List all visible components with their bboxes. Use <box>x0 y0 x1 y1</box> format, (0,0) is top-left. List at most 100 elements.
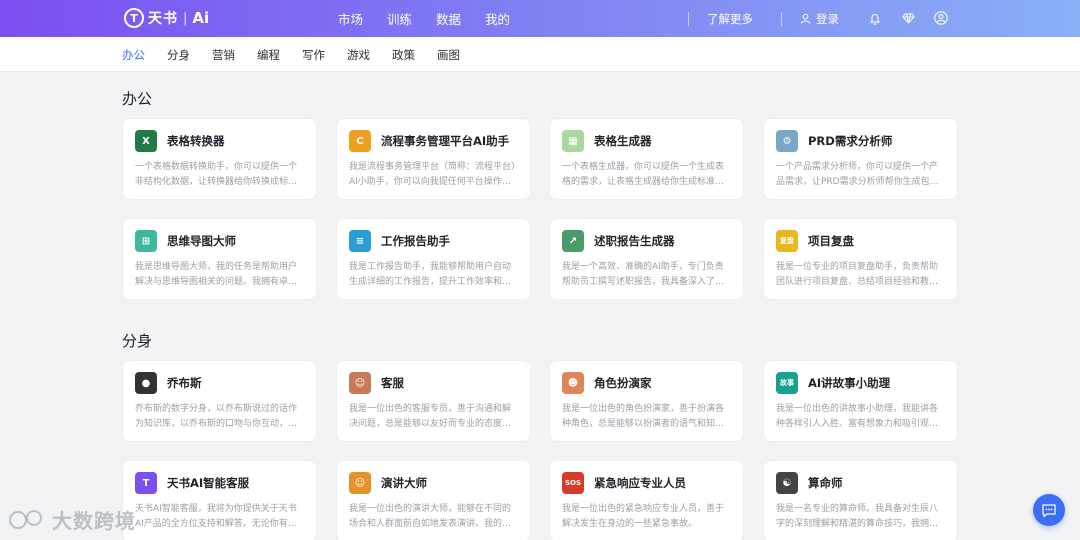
nav-item-train[interactable]: 训练 <box>387 9 412 28</box>
card-header: T 天书AI智能客服 <box>135 472 304 494</box>
assistant-card[interactable]: X 表格转换器一个表格数据转换助手，你可以提供一个非结构化数据，让转换器给你转换成… <box>122 118 317 200</box>
category-bar: 办公 分身 营销 编程 写作 游戏 政策 画图 <box>0 37 1080 72</box>
nav-item-market[interactable]: 市场 <box>338 9 363 28</box>
card-header: ↗ 述职报告生成器 <box>562 230 731 252</box>
card-description: 我是一位出色的演讲大师，能够在不同的场合和人群面前自如地发表演讲。我的语言... <box>349 504 512 529</box>
card-description: 我是一位专业的项目复盘助手，负责帮助团队进行项目复盘、总结项目经验和教训。... <box>776 262 939 287</box>
card-header: 故事 AI讲故事小助理 <box>776 372 945 394</box>
category-tab[interactable]: 分身 <box>167 47 190 63</box>
brand-suffix: Ai <box>192 9 210 27</box>
watermark-logo-icon <box>9 509 42 529</box>
card-description: 一个产品需求分析师，你可以提供一个产品需求，让PRD需求分析师帮你生成包括以..… <box>776 162 939 187</box>
card-description: 天书AI智能客服，我将为你提供关于天书AI产品的全方位支持和解答。无论你有任何.… <box>135 504 297 529</box>
category-tabs: 办公 分身 营销 编程 写作 游戏 政策 画图 <box>122 37 460 72</box>
card-title: 述职报告生成器 <box>594 234 675 248</box>
card-header: ≡ 工作报告助手 <box>349 230 518 252</box>
card-title: 表格生成器 <box>594 134 652 148</box>
assistant-card[interactable]: ↗ 述职报告生成器我是一个高效、准确的AI助手，专门负责帮助员工撰写述职报告。我具… <box>549 218 744 300</box>
card-description: 我是思维导图大师，我的任务是帮助用户解决与思维导图相关的问题。我拥有卓越的... <box>135 262 298 287</box>
main-nav: 市场 训练 数据 我的 <box>338 0 510 37</box>
card-title: 紧急响应专业人员 <box>594 476 686 490</box>
bell-icon[interactable] <box>868 11 882 25</box>
assistant-card[interactable]: ▦ 表格生成器 一个表格生成器，你可以提供一个生成表格的需求，让表格生成器给你生成标… <box>549 118 744 200</box>
card-header: ⊞ 思维导图大师 <box>135 230 304 252</box>
card-title: AI讲故事小助理 <box>808 376 891 390</box>
presenter-icon: ↗ <box>562 230 584 252</box>
excel-icon: X <box>135 130 157 152</box>
card-header: ☻ 角色扮演家 <box>562 372 731 394</box>
assistant-card[interactable]: ☯ 算命师 我是一名专业的算命师。我具备对生辰八字的深刻理解和精湛的算命技巧，我拥有… <box>763 460 958 540</box>
assistant-card[interactable]: ≡ 工作报告助手 我是工作报告助手，我能够帮助用户自动生成详细的工作报告，提升工作效… <box>336 218 531 300</box>
assistant-card[interactable]: ⊞ 思维导图大师 我是思维导图大师，我的任务是帮助用户解决与思维导图相关的问题。我拥… <box>122 218 317 300</box>
login-button[interactable]: 登录 <box>800 11 839 27</box>
card-header: ☯ 算命师 <box>776 472 945 494</box>
card-header: ▦ 表格生成器 <box>562 130 731 152</box>
category-tab[interactable]: 游戏 <box>347 47 370 63</box>
card-description: 一个表格数据转换助手，你可以提供一个非结构化数据，让转换器给你转换成标准csv.… <box>135 162 298 187</box>
card-description: 我是一位出色的讲故事小助理，我能讲各种各样引人入胜、富有想象力和吸引观众的... <box>776 404 939 429</box>
assistant-card[interactable]: 复盘 项目复盘 我是一位专业的项目复盘助手，负责帮助团队进行项目复盘、总结项目经验和… <box>763 218 958 300</box>
card-description: 我是一个高效、准确的AI助手，专门负责帮助员工撰写述职报告。我具备深入了解员..… <box>562 262 725 287</box>
card-title: 客服 <box>381 376 404 390</box>
card-description: 乔布斯的数字分身，以乔布斯说过的话作为知识库，以乔布斯的口吻与你互动，提供... <box>135 404 298 429</box>
assistant-card[interactable]: C 流程事务管理平台AI助手 我是流程事务管理平台（简称：流程平台）AI小助手，你可… <box>336 118 531 200</box>
category-tab[interactable]: 办公 <box>122 47 145 63</box>
assistant-card[interactable]: T 天书AI智能客服 天书AI智能客服，我将为你提供关于天书AI产品的全方位支持和解… <box>122 460 317 540</box>
assistant-card[interactable]: ☻ 角色扮演家我是一位出色的角色扮演家，善于扮演各种角色，总是能够以扮演者的语气和… <box>549 360 744 442</box>
brand-logo[interactable]: T 天书 | Ai <box>124 8 209 28</box>
category-tab[interactable]: 编程 <box>257 47 280 63</box>
card-title: 算命师 <box>808 476 843 490</box>
review-icon: 复盘 <box>776 230 798 252</box>
login-label: 登录 <box>816 11 839 26</box>
assistant-card[interactable]: SOS 紧急响应专业人员我是一位出色的紧急响应专业人员，善于解决发生在身边的一些紧… <box>549 460 744 540</box>
card-description: 我是一位出色的紧急响应专业人员，善于解决发生在身边的一些紧急事故。 <box>562 504 725 529</box>
grid-icon: ▦ <box>562 130 584 152</box>
top-bar: T 天书 | Ai 市场 训练 数据 我的 了解更多 登录 <box>0 0 1080 37</box>
mindmap-icon: ⊞ <box>135 230 157 252</box>
divider <box>781 11 782 26</box>
tianshu-logo-icon: T <box>135 472 157 494</box>
card-header: X 表格转换器 <box>135 130 304 152</box>
assistant-card[interactable]: ● 乔布斯乔布斯的数字分身，以乔布斯说过的话作为知识库，以乔布斯的口吻与你互动，提… <box>122 360 317 442</box>
sos-icon: SOS <box>562 472 584 494</box>
category-tab[interactable]: 政策 <box>392 47 415 63</box>
card-title: 表格转换器 <box>167 134 225 148</box>
diamond-icon[interactable] <box>901 11 915 25</box>
card-title: 工作报告助手 <box>381 234 450 248</box>
user-icon <box>800 13 811 24</box>
category-tab[interactable]: 画图 <box>437 47 460 63</box>
card-title: PRD需求分析师 <box>808 134 893 148</box>
agent-avatar-icon: ☺ <box>349 372 371 394</box>
card-header: 复盘 项目复盘 <box>776 230 945 252</box>
nav-item-data[interactable]: 数据 <box>436 9 461 28</box>
fortune-icon: ☯ <box>776 472 798 494</box>
nav-item-mine[interactable]: 我的 <box>485 9 510 28</box>
card-header: SOS 紧急响应专业人员 <box>562 472 731 494</box>
chat-fab-button[interactable] <box>1033 494 1065 526</box>
assistant-card[interactable]: ⚙ PRD需求分析师 一个产品需求分析师，你可以提供一个产品需求，让PRD需求分析师… <box>763 118 958 200</box>
assistant-card[interactable]: ☺ 演讲大师 我是一位出色的演讲大师，能够在不同的场合和人群面前自如地发表演讲。我的… <box>336 460 531 540</box>
jobs-avatar-icon: ● <box>135 372 157 394</box>
category-tab[interactable]: 写作 <box>302 47 325 63</box>
account-icon[interactable] <box>934 11 948 25</box>
watermark: 大数跨境 <box>8 505 136 534</box>
card-description: 我是流程事务管理平台（简称：流程平台）AI小助手，你可以向我提任何平台操作和功.… <box>349 162 516 187</box>
section-title: 分身 <box>122 332 153 350</box>
toolbar-icons <box>868 11 948 25</box>
chat-icon <box>1042 503 1056 517</box>
card-title: 乔布斯 <box>167 376 202 390</box>
assistant-card[interactable]: ☺ 客服我是一位出色的客服专员，善于沟通和解决问题，总是能够以友好而专业的态度服务… <box>336 360 531 442</box>
speaker-avatar-icon: ☺ <box>349 472 371 494</box>
category-tab[interactable]: 营销 <box>212 47 235 63</box>
card-title: 角色扮演家 <box>594 376 652 390</box>
brand-name: 天书 <box>148 11 178 27</box>
roleplay-avatar-icon: ☻ <box>562 372 584 394</box>
card-description: 我是工作报告助手，我能够帮助用户自动生成详细的工作报告，提升工作效率和管理... <box>349 262 512 287</box>
card-description: 我是一位出色的角色扮演家，善于扮演各种角色，总是能够以扮演者的语气和知识内... <box>562 404 725 429</box>
card-header: C 流程事务管理平台AI助手 <box>349 130 518 152</box>
learn-more-link[interactable]: 了解更多 <box>707 11 753 27</box>
watermark-text: 大数跨境 <box>52 509 136 533</box>
tianshu-logo-icon: T <box>124 8 144 28</box>
assistant-card[interactable]: 故事 AI讲故事小助理 我是一位出色的讲故事小助理，我能讲各种各样引人入胜、富有想象… <box>763 360 958 442</box>
card-header: ☺ 客服 <box>349 372 518 394</box>
